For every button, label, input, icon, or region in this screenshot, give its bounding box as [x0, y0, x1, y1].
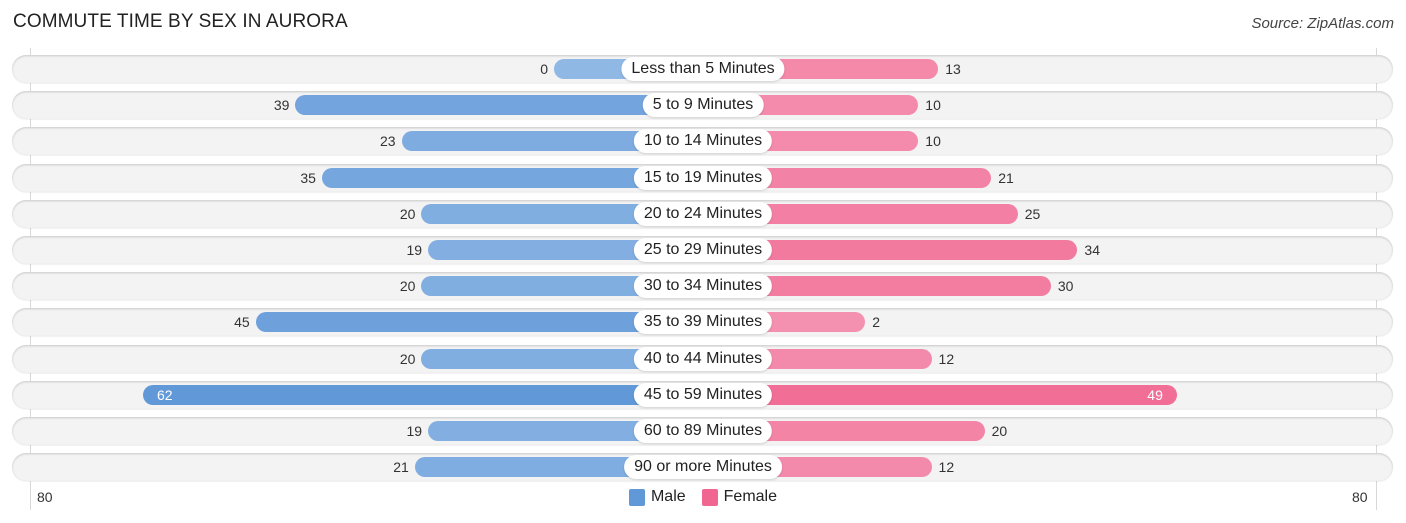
- source-label: Source: ZipAtlas.com: [1251, 15, 1394, 32]
- female-value-label: 49: [1147, 386, 1163, 403]
- male-value-label: 0: [540, 61, 548, 77]
- legend-item-male[interactable]: Male: [628, 488, 686, 506]
- category-label: 25 to 29 Minutes: [633, 238, 773, 262]
- female-value-label: 12: [938, 350, 955, 367]
- male-value-label: 21: [393, 459, 409, 476]
- legend-label-male: Male: [650, 488, 686, 505]
- category-label: 30 to 34 Minutes: [633, 274, 773, 299]
- male-bar[interactable]: [142, 384, 703, 405]
- category-label: 90 or more Minutes: [624, 455, 782, 480]
- male-value-label: 62: [156, 386, 173, 403]
- female-value-label: 25: [1024, 205, 1041, 222]
- male-value-label: 23: [379, 133, 396, 150]
- category-label: 35 to 39 Minutes: [633, 310, 773, 335]
- male-value-label: 39: [273, 97, 290, 114]
- category-label: 5 to 9 Minutes: [642, 93, 764, 118]
- female-value-label: 21: [998, 169, 1014, 186]
- category-label: 45 to 59 Minutes: [633, 382, 773, 407]
- male-value-label: 20: [399, 278, 416, 295]
- male-value-label: 45: [234, 314, 250, 331]
- chart-title: COMMUTE TIME BY SEX IN AURORA: [13, 11, 348, 32]
- legend-swatch-female: [701, 488, 718, 506]
- female-bar[interactable]: [703, 384, 1177, 405]
- female-value-label: 34: [1084, 242, 1100, 258]
- legend-item-female[interactable]: Female: [701, 488, 778, 506]
- legend: Male Female: [0, 488, 1406, 506]
- male-value-label: 20: [399, 205, 416, 222]
- female-value-label: 30: [1057, 278, 1074, 295]
- female-value-label: 13: [945, 61, 961, 77]
- female-value-label: 2: [872, 314, 881, 331]
- female-value-label: 10: [925, 133, 941, 150]
- category-label: Less than 5 Minutes: [621, 57, 785, 81]
- female-value-label: 20: [991, 423, 1008, 439]
- female-value-label: 10: [925, 97, 941, 114]
- category-label: 10 to 14 Minutes: [633, 129, 773, 154]
- male-value-label: 35: [300, 169, 316, 186]
- legend-label-female: Female: [723, 488, 778, 505]
- male-value-label: 19: [406, 423, 423, 439]
- category-label: 20 to 24 Minutes: [633, 201, 773, 226]
- category-label: 40 to 44 Minutes: [633, 346, 773, 371]
- female-value-label: 12: [938, 459, 955, 476]
- legend-swatch-male: [628, 488, 645, 506]
- male-value-label: 19: [406, 242, 423, 258]
- male-value-label: 20: [399, 350, 416, 367]
- category-label: 60 to 89 Minutes: [633, 419, 773, 443]
- category-label: 15 to 19 Minutes: [633, 165, 773, 190]
